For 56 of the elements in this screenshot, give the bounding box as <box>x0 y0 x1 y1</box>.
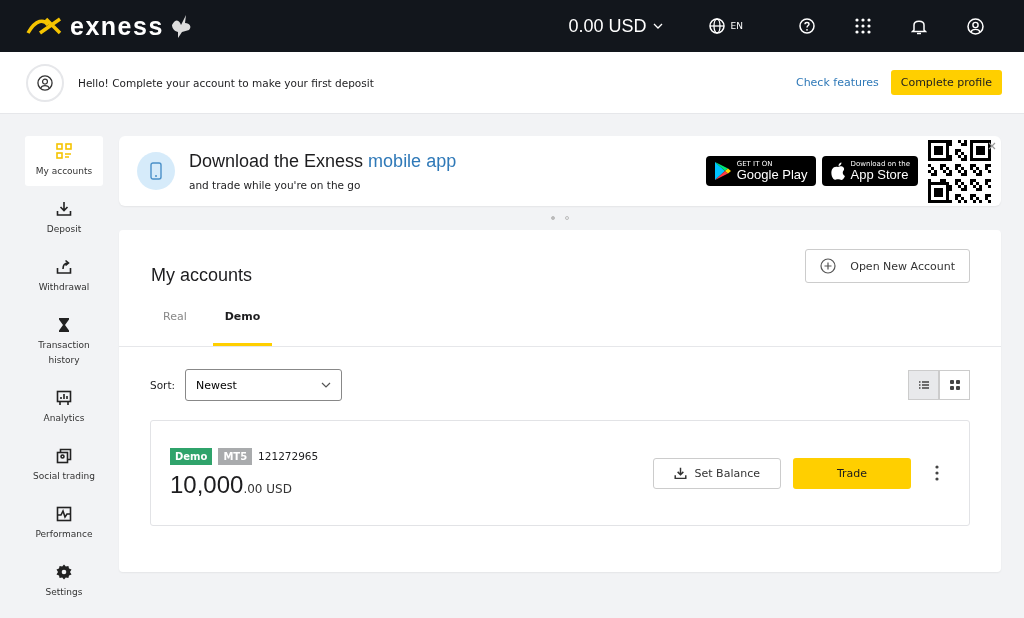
complete-profile-button[interactable]: Complete profile <box>890 70 1002 95</box>
balance-dropdown[interactable]: 0.00 USD <box>562 14 669 38</box>
account-tab[interactable]: Demo <box>212 304 273 346</box>
chevron-down-icon <box>321 382 332 388</box>
grid-view-button[interactable] <box>939 370 970 400</box>
account-balance: 10,000.00 USD <box>170 470 293 499</box>
grid-icon <box>949 380 960 390</box>
download-icon <box>673 466 687 480</box>
more-options-icon[interactable] <box>935 465 939 481</box>
smartphone-icon <box>137 152 175 190</box>
sidebar-item[interactable]: My accounts <box>25 136 103 186</box>
chart-board-icon <box>56 390 72 406</box>
sidebar-item[interactable]: Performance <box>25 499 103 549</box>
carousel-dot[interactable] <box>551 216 555 220</box>
sidebar-item[interactable]: Transaction history <box>25 310 103 375</box>
page-title: My accounts <box>151 265 254 286</box>
qr-code <box>928 139 991 203</box>
plus-circle-icon <box>820 258 837 274</box>
hourglass-icon <box>56 317 72 333</box>
globe-icon <box>708 18 725 34</box>
open-new-account-button[interactable]: Open New Account <box>805 249 970 283</box>
trade-button[interactable]: Trade <box>793 457 911 489</box>
list-icon <box>918 381 929 389</box>
sidebar-item[interactable]: Deposit <box>25 194 103 244</box>
settings-icon <box>56 564 72 580</box>
profile-icon[interactable] <box>967 17 984 35</box>
notice-text: Hello! Complete your account to make your first deposit <box>78 76 374 89</box>
account-type-badge: Demo <box>170 447 213 465</box>
list-view-button[interactable] <box>908 370 939 400</box>
upload-arrow-icon <box>56 259 72 275</box>
sort-dropdown[interactable]: Newest <box>185 369 343 401</box>
chevron-down-icon <box>652 23 663 29</box>
logo-text: exness <box>70 11 164 41</box>
sidebar-item[interactable]: Social trading <box>25 441 103 491</box>
sidebar-item[interactable]: Analytics <box>25 383 103 433</box>
play-triangle-icon <box>713 161 732 181</box>
set-balance-button[interactable]: Set Balance <box>652 457 781 489</box>
grid-list-icon <box>56 143 72 159</box>
language-button[interactable]: EN <box>702 17 749 35</box>
sort-label: Sort: <box>150 379 176 391</box>
apps-grid-icon[interactable] <box>855 18 871 34</box>
banner-title: Download the Exness mobile app <box>189 151 457 172</box>
copy-stack-icon <box>56 448 72 464</box>
pulse-chart-icon <box>56 506 72 522</box>
account-tab[interactable]: Real <box>151 304 199 346</box>
help-icon[interactable] <box>799 18 815 34</box>
platform-badge: MT5 <box>218 447 253 465</box>
avatar-icon <box>26 63 64 102</box>
banner-subtitle: and trade while you're on the go <box>189 179 362 191</box>
download-icon <box>56 201 72 217</box>
close-icon[interactable] <box>988 142 996 150</box>
check-features-link[interactable]: Check features <box>795 76 879 89</box>
sidebar-item[interactable]: Withdrawal <box>25 252 103 302</box>
sidebar-item[interactable]: Settings <box>25 557 103 607</box>
apple-icon <box>829 161 846 181</box>
account-number: 121272965 <box>258 450 319 462</box>
